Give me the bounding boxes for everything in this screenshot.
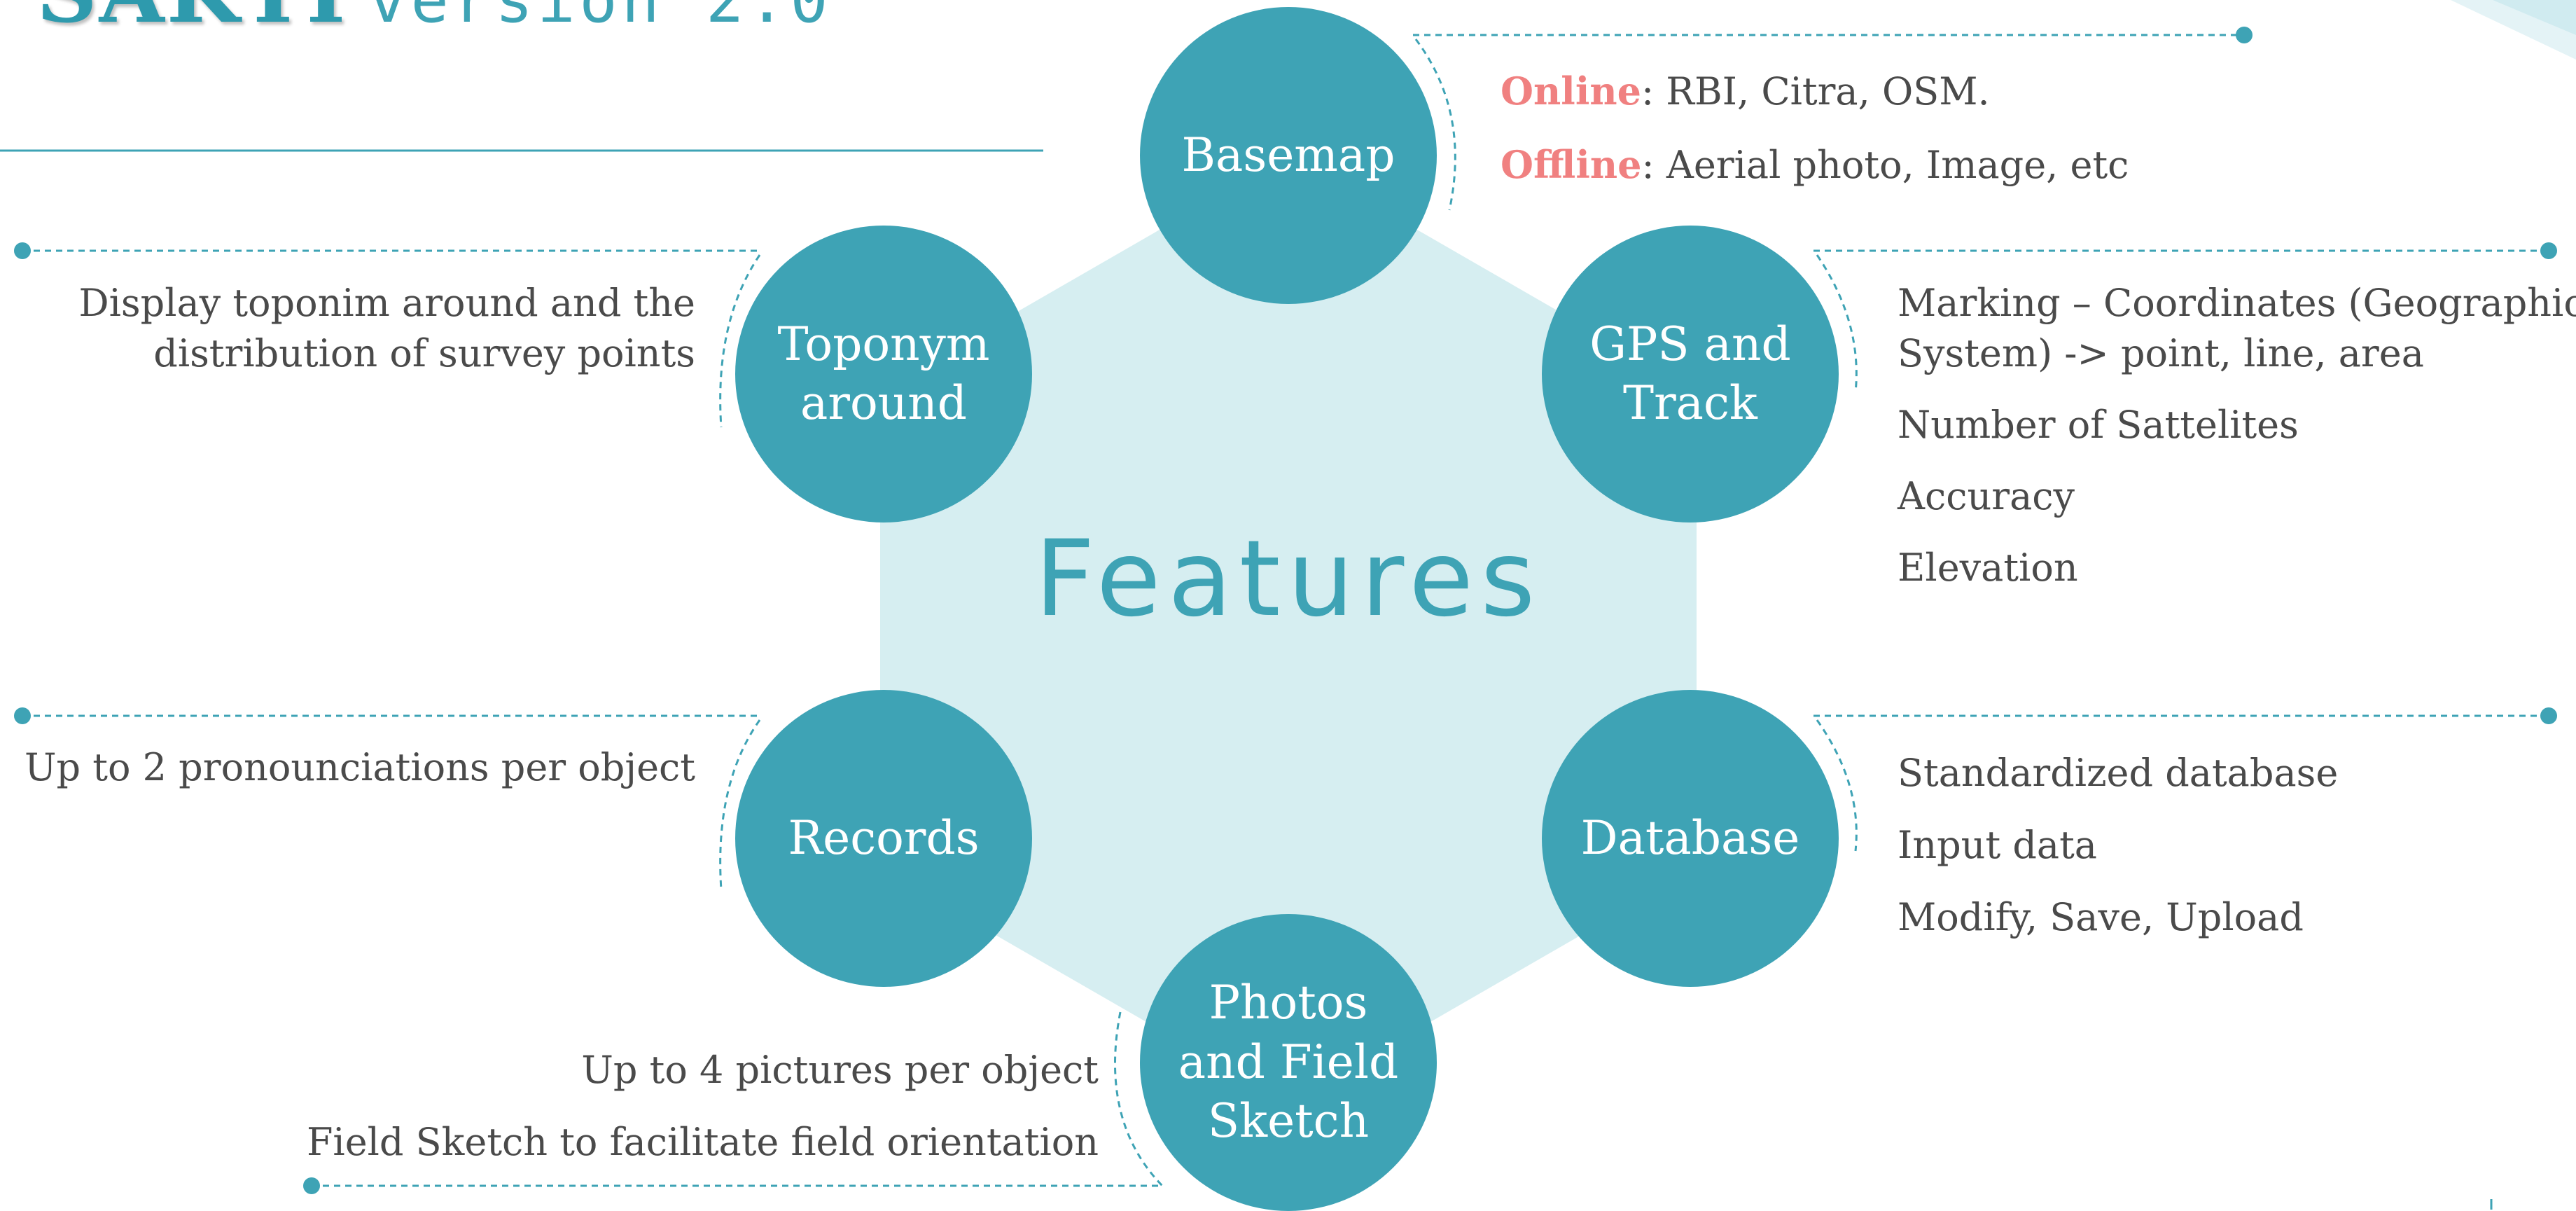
toponym-line-2: distribution of survey points [153,331,695,375]
description-basemap: Online: RBI, Citra, OSM. Offline: Aerial… [1501,55,2129,202]
photos-line-2: Field Sketch to facilitate field orienta… [306,1120,1099,1164]
feature-label-toponym: Toponym around [777,317,990,430]
app-name: SAKTI [36,0,348,42]
feature-node-basemap: Basemap [1140,7,1437,304]
description-gps: Marking – Coordinates (Geographic System… [1898,272,2576,599]
feature-node-records: Records [735,690,1032,987]
online-label: Online [1501,69,1641,113]
feature-node-gps: GPS and Track [1542,226,1839,523]
feature-node-toponym: Toponym around [735,226,1032,523]
basemap-online-line: Online: RBI, Citra, OSM. [1501,55,2129,128]
feature-label-records: Records [788,810,980,865]
gps-line-4: Accuracy [1898,474,2075,518]
feature-node-photos: Photos and Field Sketch [1140,914,1437,1211]
offline-label: Offline [1501,142,1642,187]
content-layer: SAKTIversion 2.0 Features Basemap GPS an… [0,0,2576,1211]
feature-label-database: Database [1580,810,1800,865]
gps-line-3: Number of Sattelites [1898,403,2299,447]
gps-line-5: Elevation [1898,546,2078,590]
database-line-1: Standardized database [1898,751,2339,795]
description-photos: Up to 4 pictures per object Field Sketch… [307,1034,1099,1178]
database-line-2: Input data [1898,823,2097,867]
app-version: version 2.0 [368,0,833,37]
basemap-offline-line: Offline: Aerial photo, Image, etc [1501,128,2129,202]
feature-label-gps: GPS and Track [1589,317,1791,430]
page-title: SAKTIversion 2.0 [36,0,833,35]
feature-node-database: Database [1542,690,1839,987]
center-title: Features [1034,518,1543,640]
feature-label-photos: Photos and Field Sketch [1178,976,1399,1149]
database-line-3: Modify, Save, Upload [1898,895,2304,939]
description-database: Standardized database Input data Modify,… [1898,737,2338,953]
online-value: : RBI, Citra, OSM. [1641,69,1990,113]
records-line-1: Up to 2 pronounciations per object [25,745,695,789]
offline-value: : Aerial photo, Image, etc [1641,143,2129,187]
feature-label-basemap: Basemap [1181,127,1395,182]
description-toponym: Display toponim around and the distribut… [78,272,695,385]
photos-line-1: Up to 4 pictures per object [581,1048,1099,1092]
description-records: Up to 2 pronounciations per object [25,737,695,798]
